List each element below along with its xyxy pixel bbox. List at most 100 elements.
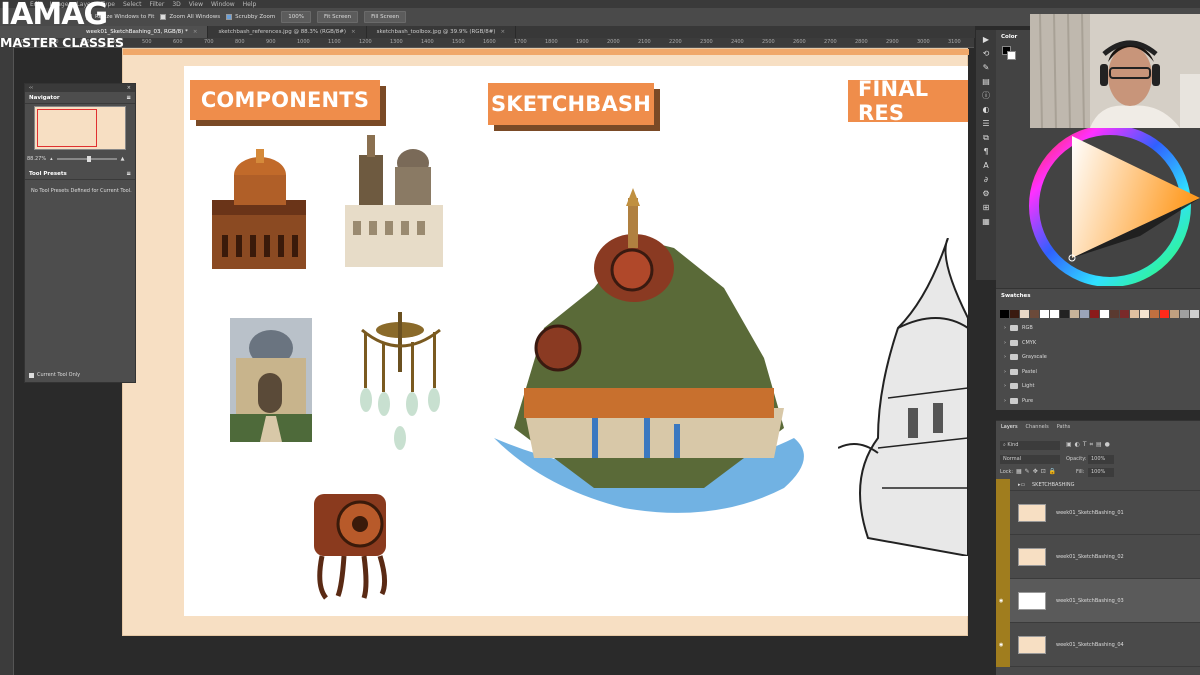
color-wheel[interactable] bbox=[1020, 126, 1200, 286]
tab-layers[interactable]: Layers bbox=[1001, 424, 1018, 430]
color-swatch[interactable] bbox=[1030, 310, 1039, 318]
navigator-zoom-value[interactable]: 88.27% bbox=[27, 156, 46, 162]
chevron-right-icon[interactable]: › bbox=[1004, 369, 1006, 375]
history-icon[interactable]: ⟲ bbox=[983, 48, 990, 59]
navigator-zoom-slider[interactable] bbox=[56, 156, 117, 162]
color-swatch[interactable] bbox=[1100, 310, 1109, 318]
color-swatch[interactable] bbox=[1040, 310, 1049, 318]
layer-row[interactable]: week01_SketchBashing_02 bbox=[996, 535, 1200, 579]
close-icon[interactable]: × bbox=[500, 29, 505, 35]
lock-icons[interactable]: ▦✎✥⊡🔒 bbox=[1016, 468, 1059, 475]
color-swatch[interactable] bbox=[1170, 310, 1179, 318]
color-swatch[interactable] bbox=[1070, 310, 1079, 318]
background-color-swatch[interactable] bbox=[1007, 51, 1016, 60]
menu-3d[interactable]: 3D bbox=[172, 1, 180, 8]
chevron-right-icon[interactable]: › bbox=[1004, 398, 1006, 404]
menu-select[interactable]: Select bbox=[123, 1, 142, 8]
chevron-right-icon[interactable]: › bbox=[1004, 325, 1006, 331]
info-icon[interactable]: ⓘ bbox=[982, 90, 990, 101]
blend-mode-select[interactable]: Normal bbox=[1000, 455, 1060, 464]
color-swatch[interactable] bbox=[1050, 310, 1059, 318]
color-swatch[interactable] bbox=[1190, 310, 1199, 318]
tab-channels[interactable]: Channels bbox=[1026, 424, 1049, 430]
layer-thumbnail bbox=[1018, 547, 1046, 566]
zoom-100-button[interactable]: 100% bbox=[281, 11, 311, 23]
tab-paths[interactable]: Paths bbox=[1057, 424, 1071, 430]
color-swatch[interactable] bbox=[1120, 310, 1129, 318]
scrubby-zoom-checkbox[interactable]: Scrubby Zoom bbox=[226, 14, 275, 20]
fill-input[interactable]: 100% bbox=[1088, 468, 1114, 477]
swatch-folder-label: Light bbox=[1022, 383, 1035, 389]
layer-filter-kind[interactable]: ⌕ Kind bbox=[1000, 441, 1060, 450]
menu-filter[interactable]: Filter bbox=[149, 1, 164, 8]
play-icon[interactable]: ▶ bbox=[983, 34, 989, 45]
layer-filter-icons[interactable]: ▣◐T⌗▤● bbox=[1066, 441, 1113, 449]
color-swatch[interactable] bbox=[1160, 310, 1169, 318]
color-swatch[interactable] bbox=[1080, 310, 1089, 318]
fit-screen-button[interactable]: Fit Screen bbox=[316, 11, 359, 23]
chevron-right-icon[interactable]: › bbox=[1004, 383, 1006, 389]
properties-icon[interactable]: ⚙ bbox=[982, 188, 989, 199]
style-icon[interactable]: ☰ bbox=[982, 118, 989, 129]
layer-name[interactable]: week01_SketchBashing_04 bbox=[1056, 642, 1124, 648]
color-swatch[interactable] bbox=[1060, 310, 1069, 318]
current-tool-only-checkbox[interactable]: Current Tool Only bbox=[29, 372, 80, 378]
type-icon[interactable]: A bbox=[983, 160, 988, 171]
color-swatch[interactable] bbox=[1010, 310, 1019, 318]
swatch-folder[interactable]: › Pure bbox=[1004, 397, 1033, 404]
panel-menu-icon[interactable]: ≡ bbox=[126, 171, 131, 177]
opacity-input[interactable]: 100% bbox=[1088, 455, 1114, 464]
close-icon[interactable]: × bbox=[193, 29, 198, 35]
swatch-folder[interactable]: › Pastel bbox=[1004, 368, 1037, 375]
navigator-panel-header[interactable]: ‹‹ × bbox=[25, 84, 135, 92]
color-swatch[interactable] bbox=[1090, 310, 1099, 318]
swatch-folder[interactable]: › RGB bbox=[1004, 325, 1033, 331]
tab-references[interactable]: sketchbash_references.jpg @ 88.3% (RGB/8… bbox=[208, 26, 367, 38]
folder-icon bbox=[1010, 368, 1018, 375]
zoom-in-icon[interactable]: ▲ bbox=[121, 156, 125, 162]
zoom-all-windows-checkbox[interactable]: Zoom All Windows bbox=[160, 14, 220, 20]
layer-row-selected[interactable]: ◉ week01_SketchBashing_03 bbox=[996, 579, 1200, 623]
chandelier-image bbox=[360, 312, 441, 450]
panel-menu-icon[interactable]: ≡ bbox=[126, 95, 131, 101]
swatch-folder[interactable]: › CMYK bbox=[1004, 339, 1036, 346]
color-swatch[interactable] bbox=[1000, 310, 1009, 318]
paragraph-icon[interactable]: ¶ bbox=[983, 146, 988, 157]
color-swatch[interactable] bbox=[1140, 310, 1149, 318]
library-icon[interactable]: ▦ bbox=[982, 216, 990, 227]
eye-icon[interactable]: ◉ bbox=[999, 642, 1003, 648]
layer-row[interactable]: week01_SketchBashing_01 bbox=[996, 491, 1200, 535]
layer-name[interactable]: week01_SketchBashing_03 bbox=[1056, 598, 1124, 604]
layers-icon[interactable]: ▤ bbox=[982, 76, 990, 87]
adjust-icon[interactable]: ◐ bbox=[983, 104, 990, 115]
swatch-folder[interactable]: › Light bbox=[1004, 383, 1034, 389]
tab-toolbox[interactable]: sketchbash_toolbox.jpg @ 39.9% (RGB/8#) × bbox=[367, 26, 517, 38]
chevron-right-icon[interactable]: › bbox=[1004, 354, 1006, 360]
fill-screen-button[interactable]: Fill Screen bbox=[364, 11, 407, 23]
navigator-view-box[interactable] bbox=[37, 109, 97, 147]
eye-icon[interactable]: ◉ bbox=[999, 598, 1003, 604]
domed-pavilion-image bbox=[230, 318, 312, 442]
zoom-out-icon[interactable]: ▴ bbox=[50, 156, 53, 162]
close-icon[interactable]: × bbox=[351, 29, 356, 35]
color-swatch[interactable] bbox=[1180, 310, 1189, 318]
chevron-right-icon[interactable]: › bbox=[1004, 340, 1006, 346]
color-swatch[interactable] bbox=[1130, 310, 1139, 318]
menu-help[interactable]: Help bbox=[243, 1, 257, 8]
swatch-folder[interactable]: › Grayscale bbox=[1004, 354, 1047, 360]
menu-window[interactable]: Window bbox=[211, 1, 235, 8]
layer-group-row[interactable]: ▸▭ SKETCHBASHING bbox=[996, 479, 1200, 491]
navigator-icon[interactable]: ⊞ bbox=[983, 202, 990, 213]
opacity-label: Opacity: bbox=[1066, 456, 1087, 462]
menu-view[interactable]: View bbox=[189, 1, 203, 8]
layer-name[interactable]: week01_SketchBashing_02 bbox=[1056, 554, 1124, 560]
color-swatch[interactable] bbox=[1020, 310, 1029, 318]
glyph-icon[interactable]: ∂ bbox=[984, 174, 988, 185]
clone-icon[interactable]: ⧉ bbox=[983, 132, 989, 143]
layer-name[interactable]: week01_SketchBashing_01 bbox=[1056, 510, 1124, 516]
navigator-thumbnail[interactable] bbox=[34, 106, 126, 150]
layer-row[interactable]: ◉ week01_SketchBashing_04 bbox=[996, 623, 1200, 667]
color-swatch[interactable] bbox=[1150, 310, 1159, 318]
brush-icon[interactable]: ✎ bbox=[983, 62, 990, 73]
color-swatch[interactable] bbox=[1110, 310, 1119, 318]
